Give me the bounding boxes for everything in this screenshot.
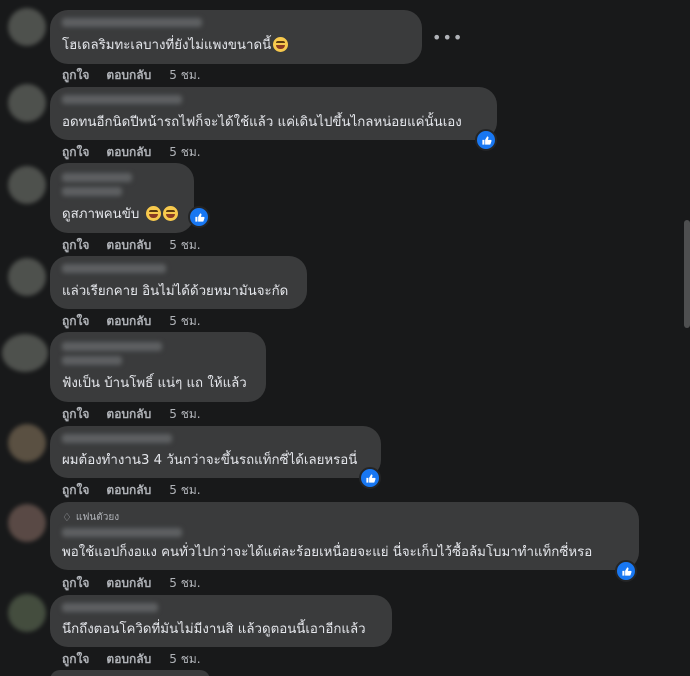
badge-label: แฟนตัวยง: [75, 512, 120, 523]
timestamp[interactable]: 5 ชม.: [169, 405, 200, 424]
commenter-name[interactable]: [62, 18, 202, 27]
timestamp[interactable]: 5 ชม.: [169, 236, 200, 255]
comment-actions: ถูกใจ ตอบกลับ 5 ชม.: [62, 405, 201, 424]
comment-actions: ถูกใจ ตอบกลับ 5 ชม.: [62, 66, 201, 85]
comment-bubble: ฟังเป็น บ้านโพธิ์ แน่ๆ แถ ให้แล้ว: [50, 332, 266, 402]
like-reaction-icon[interactable]: [359, 467, 381, 489]
reply-button[interactable]: ตอบกลับ: [106, 236, 151, 255]
comment-text: พอใช้แอปก็งอแง คนทั่วไปกว่าจะได้แต่ละร้อ…: [62, 545, 593, 560]
comment-bubble: โฮเดลริมทะเลบางที่ยังไม่แพงขนาดนี้: [50, 10, 422, 64]
commenter-name-line2: [62, 356, 122, 365]
comment-bubble: อดทนอีกนิดปีหน้ารถไฟก็จะได้ใช้แล้ว แค่เด…: [50, 87, 497, 140]
diamond-icon: ♢: [62, 511, 72, 524]
timestamp[interactable]: 5 ชม.: [169, 143, 200, 162]
like-reaction-icon[interactable]: [615, 560, 637, 582]
comment-bubble: ♢ แฟนตัวยง พอใช้แอปก็งอแง คนทั่วไปกว่าจะ…: [50, 502, 639, 570]
reply-button[interactable]: ตอบกลับ: [106, 66, 151, 85]
comment-text: นึกถึงตอนโควิดที่มันไม่มีงานสิ แล้วดูตอน…: [62, 622, 366, 637]
commenter-name[interactable]: [62, 603, 158, 612]
more-options-icon[interactable]: •••: [432, 28, 463, 47]
laughing-face-emoji-icon: [162, 206, 178, 221]
commenter-name[interactable]: [62, 173, 132, 182]
comment-bubble: แล่วเรียกคาย อินไม่ได้ด้วยหมามันจะกัด: [50, 256, 307, 309]
comment-bubble: นึกถึงตอนโควิดที่มันไม่มีงานสิ แล้วดูตอน…: [50, 595, 392, 647]
like-reaction-icon[interactable]: [475, 129, 497, 151]
like-button[interactable]: ถูกใจ: [62, 312, 89, 331]
comment-bubble-partial: [50, 670, 210, 676]
avatar[interactable]: [8, 504, 46, 542]
like-reaction-icon[interactable]: [188, 206, 210, 228]
avatar[interactable]: [8, 84, 46, 122]
like-button[interactable]: ถูกใจ: [62, 66, 89, 85]
like-button[interactable]: ถูกใจ: [62, 143, 89, 162]
timestamp[interactable]: 5 ชม.: [169, 481, 200, 500]
top-fan-badge: ♢ แฟนตัวยง: [62, 510, 119, 525]
timestamp[interactable]: 5 ชม.: [169, 66, 200, 85]
reply-button[interactable]: ตอบกลับ: [106, 405, 151, 424]
reply-button[interactable]: ตอบกลับ: [106, 574, 151, 593]
scrollbar[interactable]: [684, 220, 690, 328]
like-button[interactable]: ถูกใจ: [62, 481, 89, 500]
comment-feed: โฮเดลริมทะเลบางที่ยังไม่แพงขนาดนี้ ••• ถ…: [0, 0, 690, 676]
comment-actions: ถูกใจ ตอบกลับ 5 ชม.: [62, 481, 201, 500]
avatar[interactable]: [8, 258, 46, 296]
commenter-name-line2: [62, 187, 122, 196]
laughing-face-emoji-icon: [273, 37, 289, 52]
commenter-name[interactable]: [62, 528, 182, 537]
avatar[interactable]: [8, 166, 46, 204]
like-button[interactable]: ถูกใจ: [62, 650, 89, 669]
commenter-name[interactable]: [62, 264, 166, 273]
comment-text: โฮเดลริมทะเลบางที่ยังไม่แพงขนาดนี้: [62, 37, 289, 55]
comment-bubble: ดูสภาพคนขับ: [50, 163, 194, 233]
comment-text: ฟังเป็น บ้านโพธิ์ แน่ๆ แถ ให้แล้ว: [62, 376, 247, 391]
comment-text-content: ดูสภาพคนขับ: [62, 207, 140, 222]
avatar[interactable]: [8, 8, 46, 46]
avatar[interactable]: [2, 334, 48, 372]
comment-text: ผมต้องทำงาน3 4 วันกว่าจะขึ้นรถแท็กซี่ได้…: [62, 453, 358, 468]
comment-actions: ถูกใจ ตอบกลับ 5 ชม.: [62, 143, 201, 162]
comment-actions: ถูกใจ ตอบกลับ 5 ชม.: [62, 312, 201, 331]
timestamp[interactable]: 5 ชม.: [169, 312, 200, 331]
commenter-name[interactable]: [62, 434, 172, 443]
comment-text: ดูสภาพคนขับ: [62, 206, 178, 224]
timestamp[interactable]: 5 ชม.: [169, 574, 200, 593]
reply-button[interactable]: ตอบกลับ: [106, 650, 151, 669]
avatar[interactable]: [8, 424, 46, 462]
comment-text-content: โฮเดลริมทะเลบางที่ยังไม่แพงขนาดนี้: [62, 38, 272, 53]
reply-button[interactable]: ตอบกลับ: [106, 143, 151, 162]
comment-actions: ถูกใจ ตอบกลับ 5 ชม.: [62, 236, 201, 255]
laughing-face-emoji-icon: [145, 206, 161, 221]
comment-bubble: ผมต้องทำงาน3 4 วันกว่าจะขึ้นรถแท็กซี่ได้…: [50, 426, 381, 478]
commenter-name[interactable]: [62, 95, 182, 104]
comment-text: อดทนอีกนิดปีหน้ารถไฟก็จะได้ใช้แล้ว แค่เด…: [62, 115, 462, 130]
like-button[interactable]: ถูกใจ: [62, 236, 89, 255]
avatar[interactable]: [8, 594, 46, 632]
comment-actions: ถูกใจ ตอบกลับ 5 ชม.: [62, 574, 201, 593]
like-button[interactable]: ถูกใจ: [62, 405, 89, 424]
comment-actions: ถูกใจ ตอบกลับ 5 ชม.: [62, 650, 201, 669]
commenter-name[interactable]: [62, 342, 162, 351]
reply-button[interactable]: ตอบกลับ: [106, 312, 151, 331]
like-button[interactable]: ถูกใจ: [62, 574, 89, 593]
reply-button[interactable]: ตอบกลับ: [106, 481, 151, 500]
timestamp[interactable]: 5 ชม.: [169, 650, 200, 669]
comment-text: แล่วเรียกคาย อินไม่ได้ด้วยหมามันจะกัด: [62, 284, 289, 299]
